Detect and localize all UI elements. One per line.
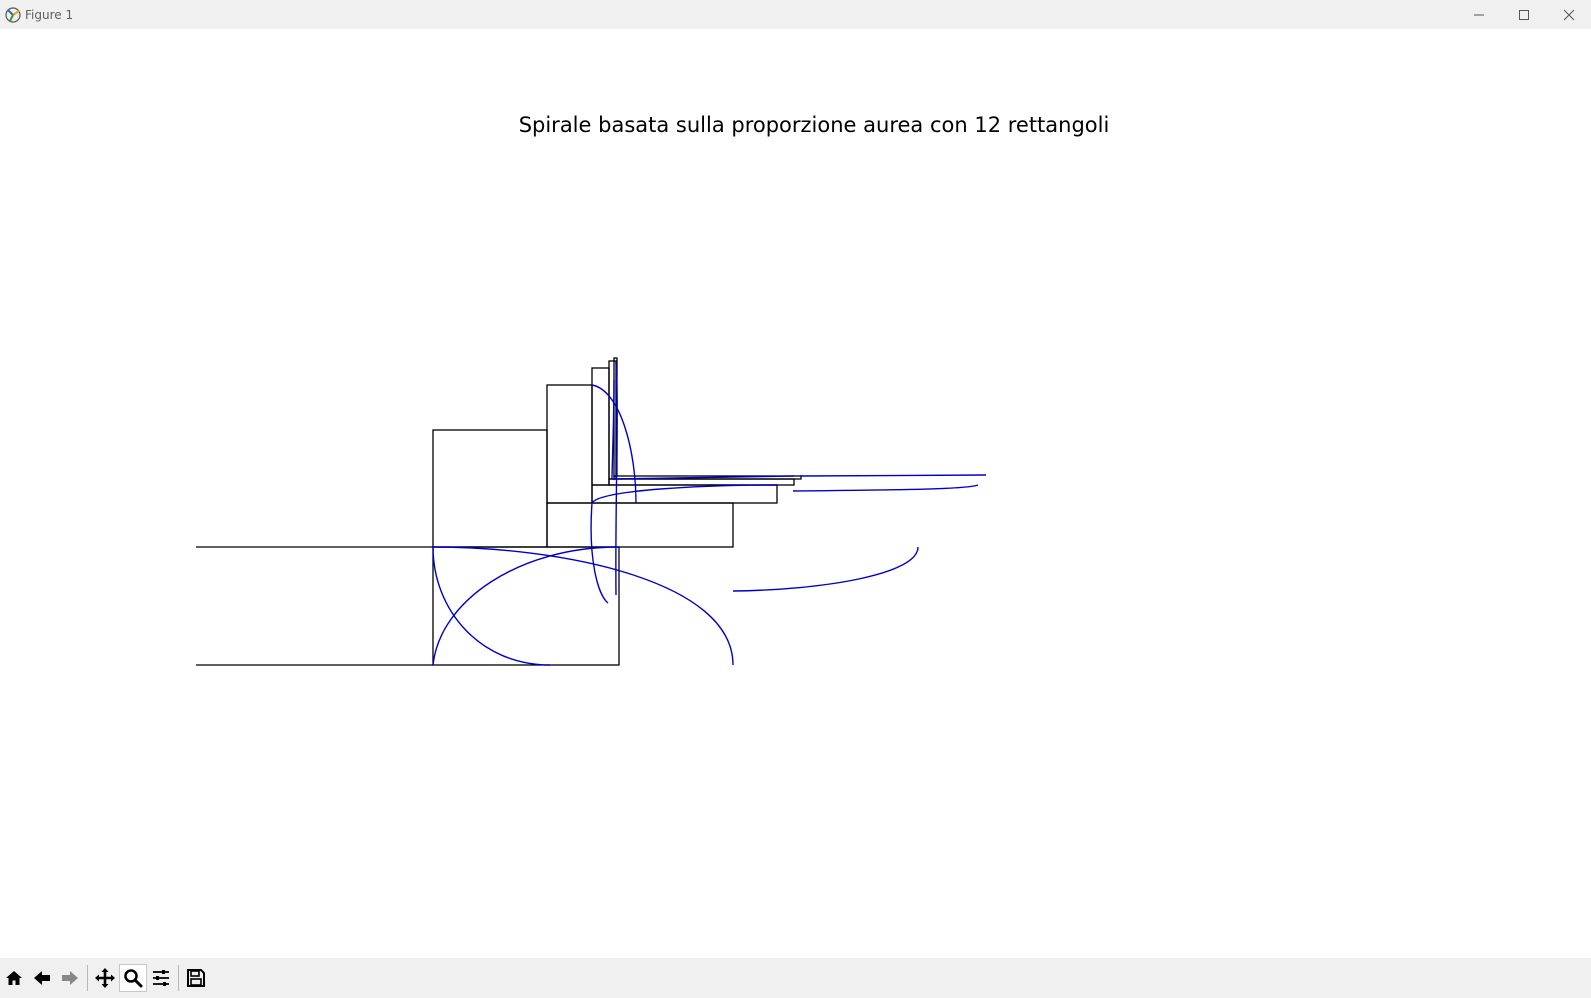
spiral-arc (591, 484, 778, 504)
maximize-button[interactable] (1501, 0, 1546, 29)
toolbar-separator (178, 965, 179, 991)
save-icon (187, 969, 205, 987)
maximize-icon (1518, 9, 1529, 20)
rectangle (608, 478, 795, 486)
spiral-arcs-group (432, 361, 987, 666)
spiral-arc (432, 546, 551, 666)
window-title: Figure 1 (25, 7, 74, 22)
spiral-arc (432, 546, 734, 666)
window-titlebar: Figure 1 (0, 0, 1591, 29)
pan-icon (95, 968, 115, 988)
spiral-arc (799, 474, 987, 477)
home-icon (6, 971, 22, 985)
spiral-arc (732, 546, 919, 592)
chart-title: Spirale basata sulla proporzione aurea c… (519, 113, 1110, 137)
configure-subplots-button[interactable] (147, 964, 175, 992)
navigation-toolbar (0, 958, 1591, 998)
toolbar-separator (87, 965, 88, 991)
spiral-arc (590, 502, 609, 604)
rectangle (546, 384, 593, 504)
back-button[interactable] (28, 964, 56, 992)
spiral-arc (432, 546, 619, 666)
close-icon (1563, 9, 1574, 20)
close-button[interactable] (1546, 0, 1591, 29)
spiral-arc (792, 484, 979, 492)
minimize-button[interactable] (1456, 0, 1501, 29)
home-button[interactable] (0, 964, 28, 992)
save-button[interactable] (182, 964, 210, 992)
rectangle (432, 429, 548, 548)
zoom-icon (124, 969, 143, 988)
zoom-button[interactable] (119, 964, 147, 992)
rectangle (546, 502, 734, 548)
matplotlib-icon (4, 6, 22, 24)
minimize-icon (1473, 14, 1484, 15)
window-controls (1456, 0, 1591, 29)
forward-icon (62, 971, 78, 985)
rectangles-group (196, 357, 802, 666)
configure-subplots-icon (153, 970, 169, 986)
pan-button[interactable] (91, 964, 119, 992)
figure-canvas[interactable]: Spirale basata sulla proporzione aurea c… (0, 29, 1591, 958)
forward-button[interactable] (56, 964, 84, 992)
plot-svg: Spirale basata sulla proporzione aurea c… (196, 113, 1110, 666)
back-icon (34, 971, 50, 985)
